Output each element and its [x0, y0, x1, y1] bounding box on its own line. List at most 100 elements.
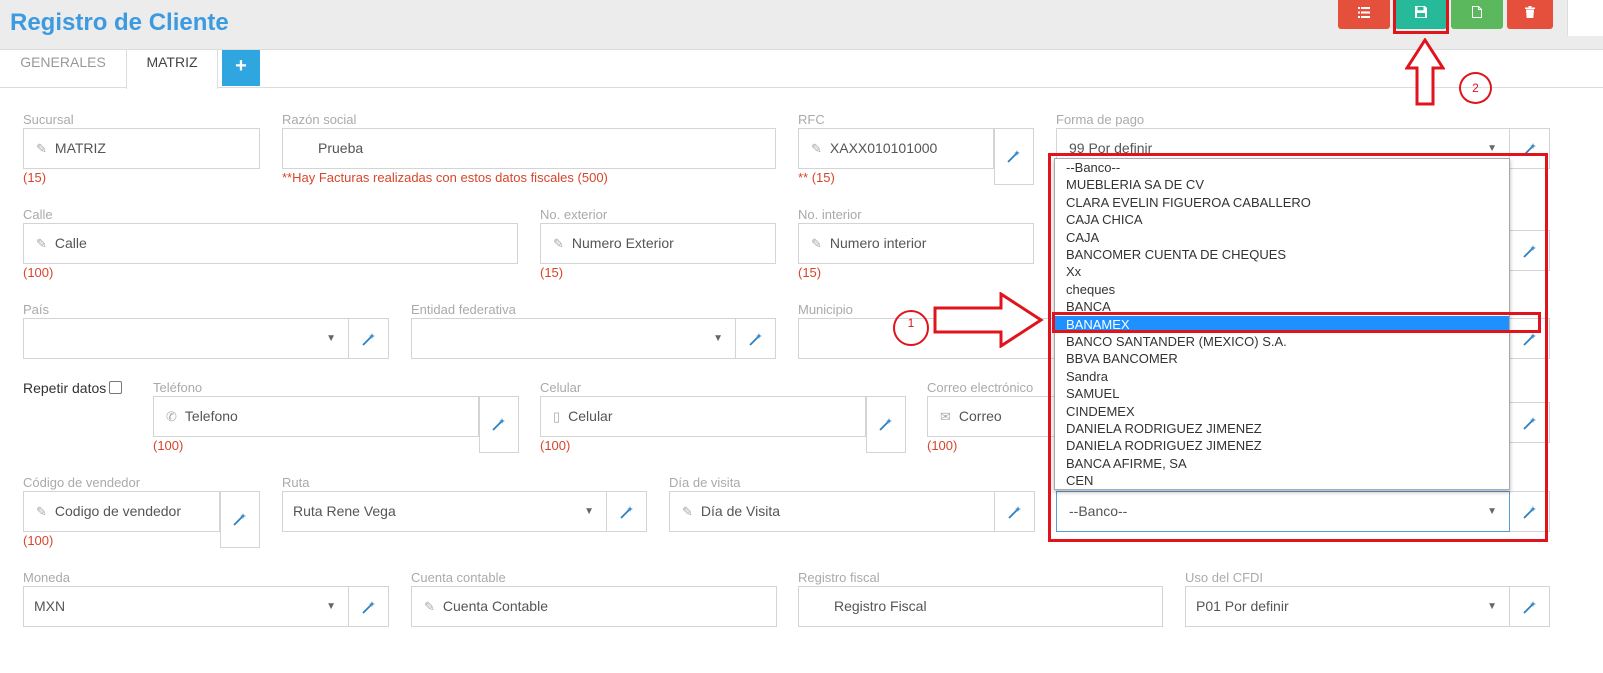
uso-cfdi-magic-button[interactable] — [1510, 586, 1550, 627]
new-button[interactable] — [1451, 0, 1503, 29]
magic-wand-icon — [619, 506, 633, 519]
tab-generales[interactable]: GENERALES — [0, 50, 126, 88]
annotation-save-highlight — [1393, 0, 1449, 34]
chevron-down-icon: ▼ — [1487, 601, 1497, 612]
celular-label: Celular — [540, 380, 582, 395]
moneda-magic-button[interactable] — [349, 586, 389, 627]
no-interior-input[interactable]: ✎ Numero interior — [798, 223, 1034, 264]
magic-wand-icon — [361, 601, 375, 614]
edit-icon: ✎ — [36, 504, 47, 519]
chevron-down-icon: ▼ — [326, 601, 336, 612]
codigo-vendedor-input[interactable]: ✎ Codigo de vendedor — [23, 491, 220, 532]
celular-input[interactable]: ▯ Celular — [540, 396, 866, 437]
uso-cfdi-select[interactable]: P01 Por definir ▼ — [1185, 586, 1510, 627]
forma-pago-label: Forma de pago — [1056, 112, 1145, 127]
pais-magic-button[interactable] — [349, 318, 389, 359]
chevron-down-icon: ▼ — [713, 333, 723, 344]
annotation-option-highlight — [1052, 312, 1541, 333]
no-interior-hint: (15) — [798, 265, 822, 280]
telefono-label: Teléfono — [153, 380, 203, 395]
celular-hint: (100) — [540, 438, 571, 453]
magic-wand-icon — [1007, 506, 1021, 519]
annotation-step-2: 2 — [1459, 72, 1492, 104]
dia-visita-label: Día de visita — [669, 475, 741, 490]
rfc-hint: ** (15) — [798, 170, 835, 185]
correo-label: Correo electrónico — [927, 380, 1034, 395]
telefono-hint: (100) — [153, 438, 184, 453]
page-title: Registro de Cliente — [10, 9, 229, 36]
tab-matriz[interactable]: MATRIZ — [126, 50, 218, 89]
magic-wand-icon — [492, 418, 505, 431]
ruta-magic-button[interactable] — [607, 491, 647, 532]
pais-label: País — [23, 302, 50, 317]
repetir-datos-checkbox[interactable] — [109, 381, 122, 394]
telefono-input[interactable]: ✆ Telefono — [153, 396, 479, 437]
rfc-magic-button[interactable] — [994, 128, 1034, 185]
add-tab-button[interactable]: + — [222, 50, 260, 86]
edit-icon: ✎ — [811, 236, 822, 251]
magic-wand-icon — [748, 333, 762, 346]
no-exterior-hint: (15) — [540, 265, 564, 280]
no-exterior-label: No. exterior — [540, 207, 608, 222]
registro-fiscal-label: Registro fiscal — [798, 570, 880, 585]
cuenta-contable-input[interactable]: ✎ Cuenta Contable — [411, 586, 777, 627]
sucursal-hint: (15) — [23, 170, 47, 185]
celular-magic-button[interactable] — [866, 396, 906, 453]
ruta-select[interactable]: Ruta Rene Vega ▼ — [282, 491, 607, 532]
calle-label: Calle — [23, 207, 53, 222]
no-exterior-input[interactable]: ✎ Numero Exterior — [540, 223, 776, 264]
uso-cfdi-label: Uso del CFDI — [1185, 570, 1264, 585]
registro-fiscal-input[interactable]: Registro Fiscal — [798, 586, 1163, 627]
razon-social-hint: **Hay Facturas realizadas con estos dato… — [282, 170, 608, 185]
codigo-vendedor-magic-button[interactable] — [220, 491, 260, 548]
trash-icon — [1525, 6, 1535, 19]
pais-select[interactable]: ▼ — [23, 318, 349, 359]
codigo-vendedor-hint: (100) — [23, 533, 54, 548]
edit-icon: ✎ — [36, 141, 47, 156]
tab-bar: GENERALES MATRIZ + — [0, 50, 1603, 89]
edit-icon: ✎ — [811, 141, 822, 156]
razon-social-input[interactable]: Prueba — [282, 128, 776, 169]
municipio-label: Municipio — [798, 302, 853, 317]
annotation-step-1: 1 — [893, 310, 929, 346]
list-button[interactable] — [1338, 0, 1390, 29]
repetir-datos-label: Repetir datos — [23, 380, 107, 396]
rfc-label: RFC — [798, 112, 825, 127]
cuenta-contable-label: Cuenta contable — [411, 570, 506, 585]
list-icon — [1358, 6, 1370, 18]
window-edge — [1567, 0, 1603, 36]
telefono-magic-button[interactable] — [479, 396, 519, 453]
ruta-label: Ruta — [282, 475, 310, 490]
phone-icon: ✆ — [166, 409, 177, 424]
sucursal-input[interactable]: ✎ MATRIZ — [23, 128, 260, 169]
razon-social-label: Razón social — [282, 112, 357, 127]
calle-input[interactable]: ✎ Calle — [23, 223, 518, 264]
annotation-dropdown-highlight — [1048, 153, 1548, 542]
correo-hint: (100) — [927, 438, 958, 453]
dia-visita-magic-button[interactable] — [995, 491, 1035, 532]
magic-wand-icon — [1007, 150, 1020, 163]
entidad-magic-button[interactable] — [736, 318, 776, 359]
moneda-select[interactable]: MXN ▼ — [23, 586, 349, 627]
no-interior-label: No. interior — [798, 207, 862, 222]
chevron-down-icon: ▼ — [326, 333, 336, 344]
magic-wand-icon — [1522, 601, 1536, 614]
codigo-vendedor-label: Código de vendedor — [23, 475, 141, 490]
edit-icon: ✎ — [682, 504, 693, 519]
edit-icon: ✎ — [424, 599, 435, 614]
file-icon — [1472, 6, 1482, 19]
rfc-input[interactable]: ✎ XAXX010101000 — [798, 128, 994, 169]
magic-wand-icon — [361, 333, 375, 346]
delete-button[interactable] — [1507, 0, 1553, 29]
magic-wand-icon — [233, 513, 246, 526]
dia-visita-input[interactable]: ✎ Día de Visita — [669, 491, 995, 532]
mobile-icon: ▯ — [553, 409, 561, 424]
correo-input[interactable]: ✉ Correo — [927, 396, 1057, 437]
annotation-arrow-up — [1405, 38, 1445, 106]
sucursal-label: Sucursal — [23, 112, 74, 127]
chevron-down-icon: ▼ — [584, 506, 594, 517]
entidad-select[interactable]: ▼ — [411, 318, 736, 359]
entidad-label: Entidad federativa — [411, 302, 516, 317]
annotation-arrow-right — [933, 292, 1044, 348]
edit-icon: ✎ — [553, 236, 564, 251]
